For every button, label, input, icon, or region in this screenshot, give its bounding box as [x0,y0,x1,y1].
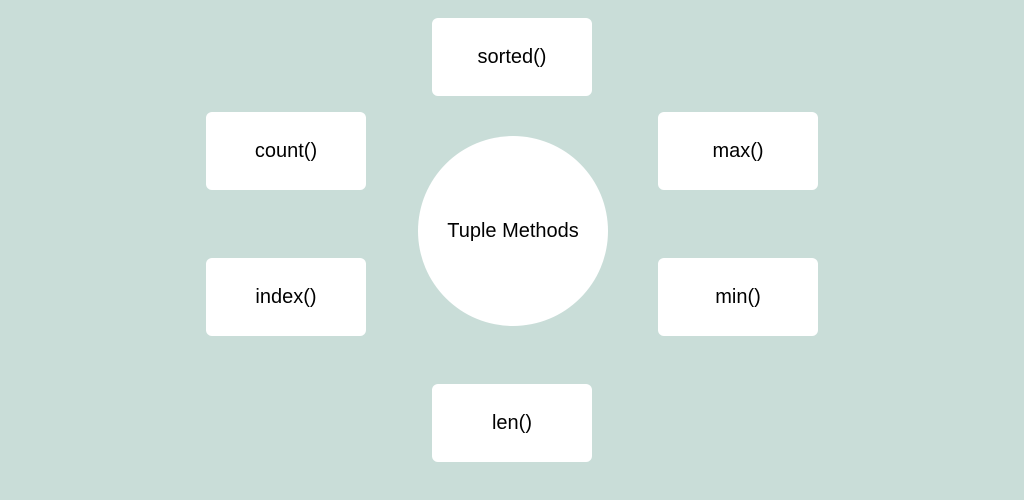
center-label: Tuple Methods [447,220,579,243]
method-label: len() [492,412,532,435]
method-label: min() [715,286,761,309]
method-label: max() [712,140,763,163]
method-box-count: count() [206,112,366,190]
method-box-sorted: sorted() [432,18,592,96]
method-box-max: max() [658,112,818,190]
method-box-index: index() [206,258,366,336]
method-box-len: len() [432,384,592,462]
method-box-min: min() [658,258,818,336]
method-label: index() [255,286,316,309]
center-concept-circle: Tuple Methods [418,136,608,326]
method-label: count() [255,140,317,163]
method-label: sorted() [478,46,547,69]
